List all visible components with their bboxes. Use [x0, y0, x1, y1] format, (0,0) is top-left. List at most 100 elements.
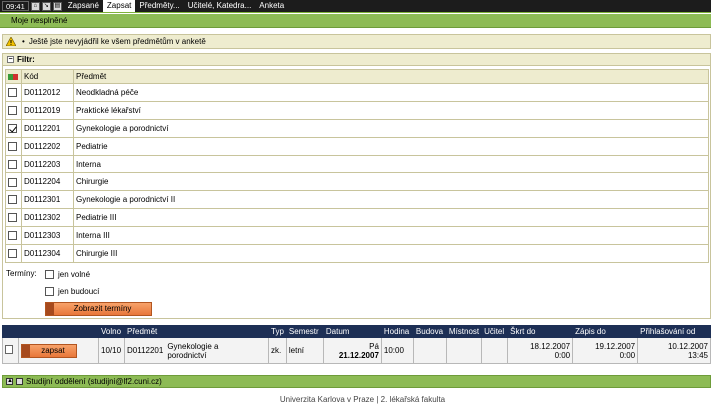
col-hodina: Hodina [380, 325, 414, 338]
skrt-date: 18.12.2007 [530, 341, 571, 351]
semestr-cell: letní [285, 337, 324, 364]
prihl-date: 10.12.2007 [667, 341, 708, 351]
page-footer: Univerzita Karlova v Praze | 2. lékařská… [279, 395, 446, 404]
zapis-time: 0:00 [619, 350, 636, 360]
row-icon-cell [2, 337, 19, 364]
subject-code: D0112304 [21, 244, 74, 263]
row-checkbox-cell [5, 244, 22, 263]
row-checkbox-cell [5, 154, 22, 174]
subject-code: D0112201 [21, 118, 74, 138]
row-checkbox-cell [5, 226, 22, 246]
table-row[interactable]: D0112302 Pediatrie III [5, 208, 709, 228]
row-checkbox-cell [5, 136, 22, 156]
filter-title: Filtr: [17, 55, 35, 64]
subject-checkbox[interactable] [8, 123, 17, 133]
zapsat-button[interactable]: zapsat [21, 343, 77, 358]
clock: 09:41 [2, 1, 29, 11]
table-row: zapsat 10/10 D0112201 Gynekologie a poro… [2, 337, 711, 364]
row-checkbox-cell [5, 118, 22, 138]
col-volno: Volno [98, 325, 125, 338]
top-nav: 09:41 ⌂ ↘ ▤ Zapsané Zapsat Předměty... U… [0, 0, 711, 13]
subject-checkbox[interactable] [8, 141, 17, 151]
subject-checkbox[interactable] [8, 213, 17, 223]
terms-table: Volno Předmět Typ Semestr Datum Hodina B… [2, 325, 711, 364]
subject-code: D0112202 [21, 136, 74, 156]
row-checkbox-cell [5, 83, 22, 102]
subject-checkbox[interactable] [8, 106, 17, 116]
table-row[interactable]: D0112304 Chirurgie III [5, 244, 709, 263]
col-semestr: Semestr [285, 325, 324, 338]
table-row[interactable]: D0112012 Neodkladná péče [5, 83, 709, 102]
only-future-label: jen budoucí [58, 287, 100, 296]
prihl-cell: 10.12.2007 13:45 [637, 337, 711, 364]
col-ucitel: Učitel [481, 325, 509, 338]
skrt-cell: 18.12.2007 0:00 [507, 337, 574, 364]
only-future-checkbox[interactable] [45, 287, 54, 296]
row-checkbox-cell [5, 190, 22, 210]
only-free-checkbox[interactable] [45, 270, 54, 279]
row-checkbox-cell [5, 208, 22, 228]
subject-name: Chirurgie III [73, 244, 709, 263]
bullet: • [22, 37, 25, 46]
subject-name: Chirurgie [73, 172, 709, 192]
subject-checkbox[interactable] [8, 231, 17, 241]
prihl-time: 13:45 [687, 350, 708, 360]
subtab-moje-nesplnene[interactable]: Moje nesplněné [0, 14, 711, 28]
subject-code: D0112012 [21, 83, 74, 102]
datum-cell: Pá 21.12.2007 [322, 337, 382, 364]
filter-header[interactable]: − Filtr: [3, 54, 710, 66]
subject-header: Předmět [73, 69, 709, 84]
subject-name: Interna III [73, 226, 709, 246]
subject-checkbox[interactable] [8, 177, 17, 187]
col-typ: Typ [268, 325, 287, 338]
table-row[interactable]: D0112201 Gynekologie a porodnictví [5, 118, 709, 138]
table-row[interactable]: D0112204 Chirurgie [5, 172, 709, 192]
subject-checkbox[interactable] [8, 249, 17, 259]
warning-icon [6, 37, 16, 46]
nav-zapsane[interactable]: Zapsané [64, 0, 103, 12]
arrow-icon[interactable]: ↘ [41, 1, 51, 11]
datum-day: Pá [369, 341, 379, 351]
collapse-icon[interactable]: − [7, 56, 14, 63]
col-prihlasovani-od: Přihlašování od [637, 325, 711, 338]
subject-name: Neodkladná péče [73, 83, 709, 102]
subject-checkbox[interactable] [8, 88, 17, 98]
subject-name: Gynekologie a porodnictví II [73, 190, 709, 210]
home-icon[interactable]: ⌂ [30, 1, 40, 11]
collapse-up-icon[interactable]: ▲ [6, 378, 13, 385]
table-row[interactable]: D0112301 Gynekologie a porodnictví II [5, 190, 709, 210]
mistnost-cell [445, 337, 483, 364]
nav-ucitele[interactable]: Učitelé, Katedra... [184, 0, 256, 12]
table-row[interactable]: D0112019 Praktické lékařství [5, 100, 709, 120]
info-message: Ještě jste nevyjádřil ke všem předmětům … [28, 37, 206, 46]
zapis-date: 19.12.2007 [595, 341, 636, 351]
volno-cell: 10/10 [98, 337, 125, 364]
print-icon[interactable]: ▤ [52, 1, 62, 11]
table-row[interactable]: D0112202 Pediatrie [5, 136, 709, 156]
nav-zapsat[interactable]: Zapsat [102, 0, 136, 12]
subject-name: Pediatrie III [73, 208, 709, 228]
button-accent [46, 303, 54, 315]
nav-predmety[interactable]: Předměty... [135, 0, 183, 12]
subject-checkbox[interactable] [8, 159, 17, 169]
terms-label: Termíny: [6, 269, 37, 278]
row-checkbox-cell [5, 100, 22, 120]
subtab-label: Moje nesplněné [11, 16, 68, 25]
nav-anketa[interactable]: Anketa [255, 0, 288, 12]
button-accent [22, 344, 30, 357]
show-terms-button[interactable]: Zobrazit termíny [45, 302, 152, 316]
subject-checkbox[interactable] [8, 195, 17, 205]
hodina-cell: 10:00 [380, 337, 414, 364]
select-all-header[interactable] [5, 69, 22, 84]
col-predmet: Předmět [124, 325, 269, 338]
document-icon[interactable] [5, 345, 13, 354]
table-row[interactable]: D0112203 Interna [5, 154, 709, 174]
subject-name: Gynekologie a porodnictví [73, 118, 709, 138]
table-row[interactable]: D0112303 Interna III [5, 226, 709, 246]
only-future-option[interactable]: jen budoucí [45, 287, 99, 296]
select-toggle-icon[interactable] [8, 73, 18, 80]
zapis-cell: 19.12.2007 0:00 [572, 337, 639, 364]
only-free-option[interactable]: jen volné [45, 270, 90, 279]
show-terms-label: Zobrazit termíny [73, 304, 132, 313]
department-contact[interactable]: Studijní oddělení (studijni@lf2.cuni.cz) [26, 377, 162, 386]
